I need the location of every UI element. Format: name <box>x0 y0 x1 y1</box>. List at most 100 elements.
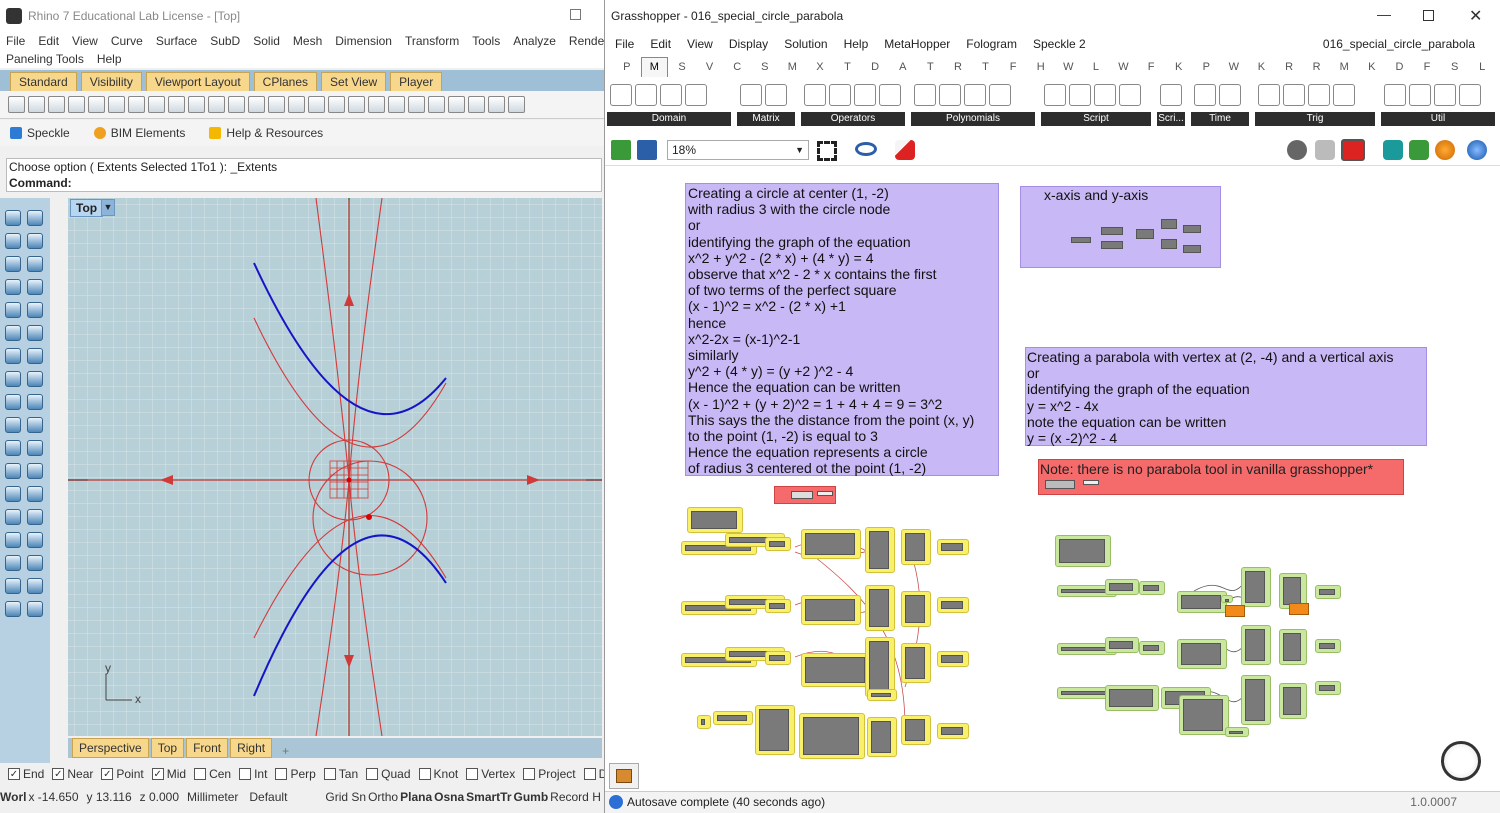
gh-component-tab[interactable]: R <box>944 61 972 73</box>
gh-canvas[interactable]: Creating a circle at center (1, -2) with … <box>605 167 1500 791</box>
gh-component[interactable] <box>765 537 791 551</box>
gh-component[interactable] <box>937 723 969 739</box>
gh-component[interactable] <box>799 713 865 759</box>
status-toggle[interactable]: SmartTr <box>466 790 511 804</box>
help-resources-plugin-tab[interactable]: Help & Resources <box>209 126 323 140</box>
gh-ribbon-group[interactable]: Scri... <box>1157 82 1185 126</box>
gh-component[interactable] <box>865 637 895 697</box>
osnap-checkbox[interactable]: ✓ Mid <box>151 767 186 781</box>
gh-ribbon-group[interactable]: Time <box>1191 82 1249 126</box>
menu-item[interactable]: Curve <box>111 34 143 48</box>
rhino-tool-icon[interactable] <box>27 394 43 410</box>
current-layer[interactable]: Default <box>249 790 287 804</box>
gh-component-tab[interactable]: R <box>1275 61 1303 73</box>
toolbar-tab[interactable]: Viewport Layout <box>145 72 250 91</box>
gh-component[interactable] <box>1315 681 1341 695</box>
rhino-tool-icon[interactable] <box>5 279 21 295</box>
command-area[interactable]: Choose option ( Extents Selected 1To1 ):… <box>6 158 602 192</box>
lightbulb-icon[interactable] <box>388 96 405 113</box>
rhino-tool-icon[interactable] <box>27 486 43 502</box>
gh-component[interactable] <box>713 711 753 725</box>
save-icon[interactable] <box>48 96 65 113</box>
gh-ribbon-group-label[interactable]: Script <box>1041 112 1151 126</box>
gh-ribbon-group[interactable]: Util <box>1381 82 1495 126</box>
menu-item[interactable]: Surface <box>156 34 197 48</box>
gh-component-tab[interactable]: P <box>613 61 641 73</box>
gh-component[interactable] <box>1315 585 1341 599</box>
viewport-title[interactable]: Top <box>70 199 104 217</box>
gh-component-tab[interactable]: D <box>1386 61 1414 73</box>
gh-component[interactable] <box>901 715 931 745</box>
toolbar-tab[interactable]: Standard <box>10 72 77 91</box>
menu-item[interactable]: Transform <box>405 34 459 48</box>
status-toggle[interactable]: Grid Sn <box>325 790 366 804</box>
rhino-tool-icon[interactable] <box>5 486 21 502</box>
component-icon[interactable] <box>660 84 682 106</box>
gh-ribbon-group-label[interactable]: Time <box>1191 112 1249 126</box>
rhino-tool-icon[interactable] <box>27 256 43 272</box>
component-icon[interactable] <box>939 84 961 106</box>
menu-item[interactable]: Solid <box>253 34 280 48</box>
component-icon[interactable] <box>1219 84 1241 106</box>
gh-component[interactable] <box>687 507 743 533</box>
add-viewport-tab[interactable]: + <box>282 744 289 758</box>
gh-component-tab[interactable]: M <box>640 57 669 77</box>
close-icon[interactable]: ✕ <box>1469 6 1482 26</box>
rhino-tool-icon[interactable] <box>27 440 43 456</box>
render-icon[interactable] <box>448 96 465 113</box>
gh-menu-item[interactable]: Edit <box>650 37 671 51</box>
component-icon[interactable] <box>1384 84 1406 106</box>
component-icon[interactable] <box>1258 84 1280 106</box>
gh-component-tab[interactable]: D <box>861 61 889 73</box>
gh-component[interactable] <box>801 595 861 625</box>
cplane-world[interactable]: Worl <box>0 790 26 804</box>
status-toggle[interactable]: Gumb <box>514 790 549 804</box>
component-icon[interactable] <box>1333 84 1355 106</box>
gh-component[interactable] <box>1279 683 1307 719</box>
osnap-checkbox[interactable]: Perp <box>275 767 316 781</box>
rhino-tool-icon[interactable] <box>27 371 43 387</box>
preview-mode-icon[interactable] <box>1287 140 1307 160</box>
cut-icon[interactable] <box>108 96 125 113</box>
gh-component[interactable] <box>1179 695 1229 735</box>
gh-component-tab[interactable]: C <box>723 61 751 73</box>
gh-ribbon-group[interactable]: Trig <box>1255 82 1375 126</box>
checkbox-icon[interactable] <box>194 768 207 780</box>
rhino-tool-icon[interactable] <box>5 417 21 433</box>
new-file-icon[interactable] <box>8 96 25 113</box>
gh-component-tab[interactable]: S <box>1441 61 1469 73</box>
component-icon[interactable] <box>685 84 707 106</box>
osnap-checkbox[interactable]: ✓ Near <box>52 767 93 781</box>
component-icon[interactable] <box>829 84 851 106</box>
menu-item[interactable]: SubD <box>210 34 240 48</box>
menu-item[interactable]: Help <box>97 52 122 66</box>
grid-icon[interactable] <box>308 96 325 113</box>
gh-component-tab[interactable]: W <box>1055 61 1083 73</box>
units[interactable]: Millimeter <box>187 790 238 804</box>
osnap-checkbox[interactable]: ✓ End <box>8 767 44 781</box>
gh-component[interactable] <box>901 591 931 627</box>
component-icon[interactable] <box>740 84 762 106</box>
gh-component-tab[interactable]: K <box>1248 61 1276 73</box>
gh-ribbon-group-label[interactable]: Scri... <box>1157 112 1185 126</box>
rhino-tool-icon[interactable] <box>5 578 21 594</box>
menu-item[interactable]: Mesh <box>293 34 322 48</box>
lock-icon[interactable] <box>408 96 425 113</box>
menu-item[interactable]: Paneling Tools <box>6 52 84 66</box>
rhino-tool-icon[interactable] <box>5 532 21 548</box>
rhino-tool-icon[interactable] <box>27 463 43 479</box>
sphere-icon[interactable] <box>488 96 505 113</box>
gh-component-tab[interactable]: M <box>1330 61 1358 73</box>
gh-component[interactable] <box>1221 595 1233 603</box>
component-icon[interactable] <box>804 84 826 106</box>
move-icon[interactable] <box>208 96 225 113</box>
globe-icon[interactable] <box>1467 140 1487 160</box>
component-icon[interactable] <box>1194 84 1216 106</box>
gh-component-tab[interactable]: F <box>1413 61 1441 73</box>
gh-component-tab[interactable]: L <box>1082 61 1110 73</box>
gh-ribbon-group-label[interactable]: Util <box>1381 112 1495 126</box>
small-red-group[interactable] <box>774 486 836 504</box>
gh-component[interactable] <box>801 653 871 687</box>
gh-menu-item[interactable]: File <box>615 37 634 51</box>
gh-component-tab[interactable]: K <box>1358 61 1386 73</box>
